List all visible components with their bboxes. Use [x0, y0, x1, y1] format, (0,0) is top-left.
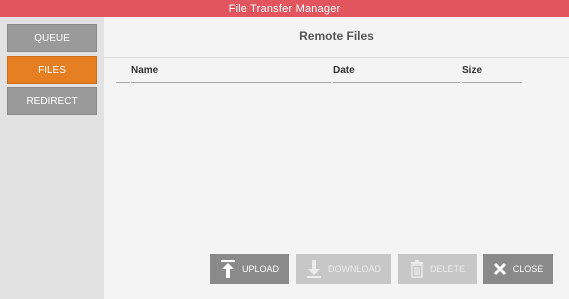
delete-button[interactable]: DELETE	[398, 254, 477, 284]
panel-title: Remote Files	[299, 29, 374, 43]
nav-queue-button[interactable]: QUEUE	[7, 24, 97, 52]
close-button[interactable]: CLOSE	[483, 254, 553, 284]
nav-queue-label: QUEUE	[34, 32, 70, 44]
nav-redirect-button[interactable]: REDIRECT	[7, 87, 97, 115]
column-header-name-label: Name	[131, 65, 159, 76]
download-icon	[306, 259, 322, 279]
panel-divider	[104, 57, 569, 58]
delete-label: DELETE	[429, 264, 465, 274]
close-label: CLOSE	[512, 264, 544, 274]
upload-icon	[220, 259, 236, 279]
title-bar: File Transfer Manager	[0, 0, 569, 17]
nav-files-label: FILES	[38, 64, 66, 76]
download-button[interactable]: DOWNLOAD	[296, 254, 391, 284]
sidebar: QUEUE FILES REDIRECT	[0, 17, 104, 299]
column-header-size[interactable]: Size	[462, 65, 522, 83]
column-header-size-label: Size	[462, 65, 483, 76]
nav-redirect-label: REDIRECT	[26, 95, 78, 107]
upload-label: UPLOAD	[241, 264, 279, 274]
upload-button[interactable]: UPLOAD	[210, 254, 289, 284]
column-header-name[interactable]: Name	[131, 65, 331, 83]
close-icon	[493, 262, 507, 276]
column-header-date[interactable]: Date	[333, 65, 460, 83]
column-separator	[116, 82, 130, 83]
column-header-date-label: Date	[333, 65, 355, 76]
nav-files-button[interactable]: FILES	[7, 56, 97, 84]
window-title: File Transfer Manager	[228, 2, 341, 15]
trash-icon	[410, 260, 424, 278]
download-label: DOWNLOAD	[327, 264, 381, 274]
